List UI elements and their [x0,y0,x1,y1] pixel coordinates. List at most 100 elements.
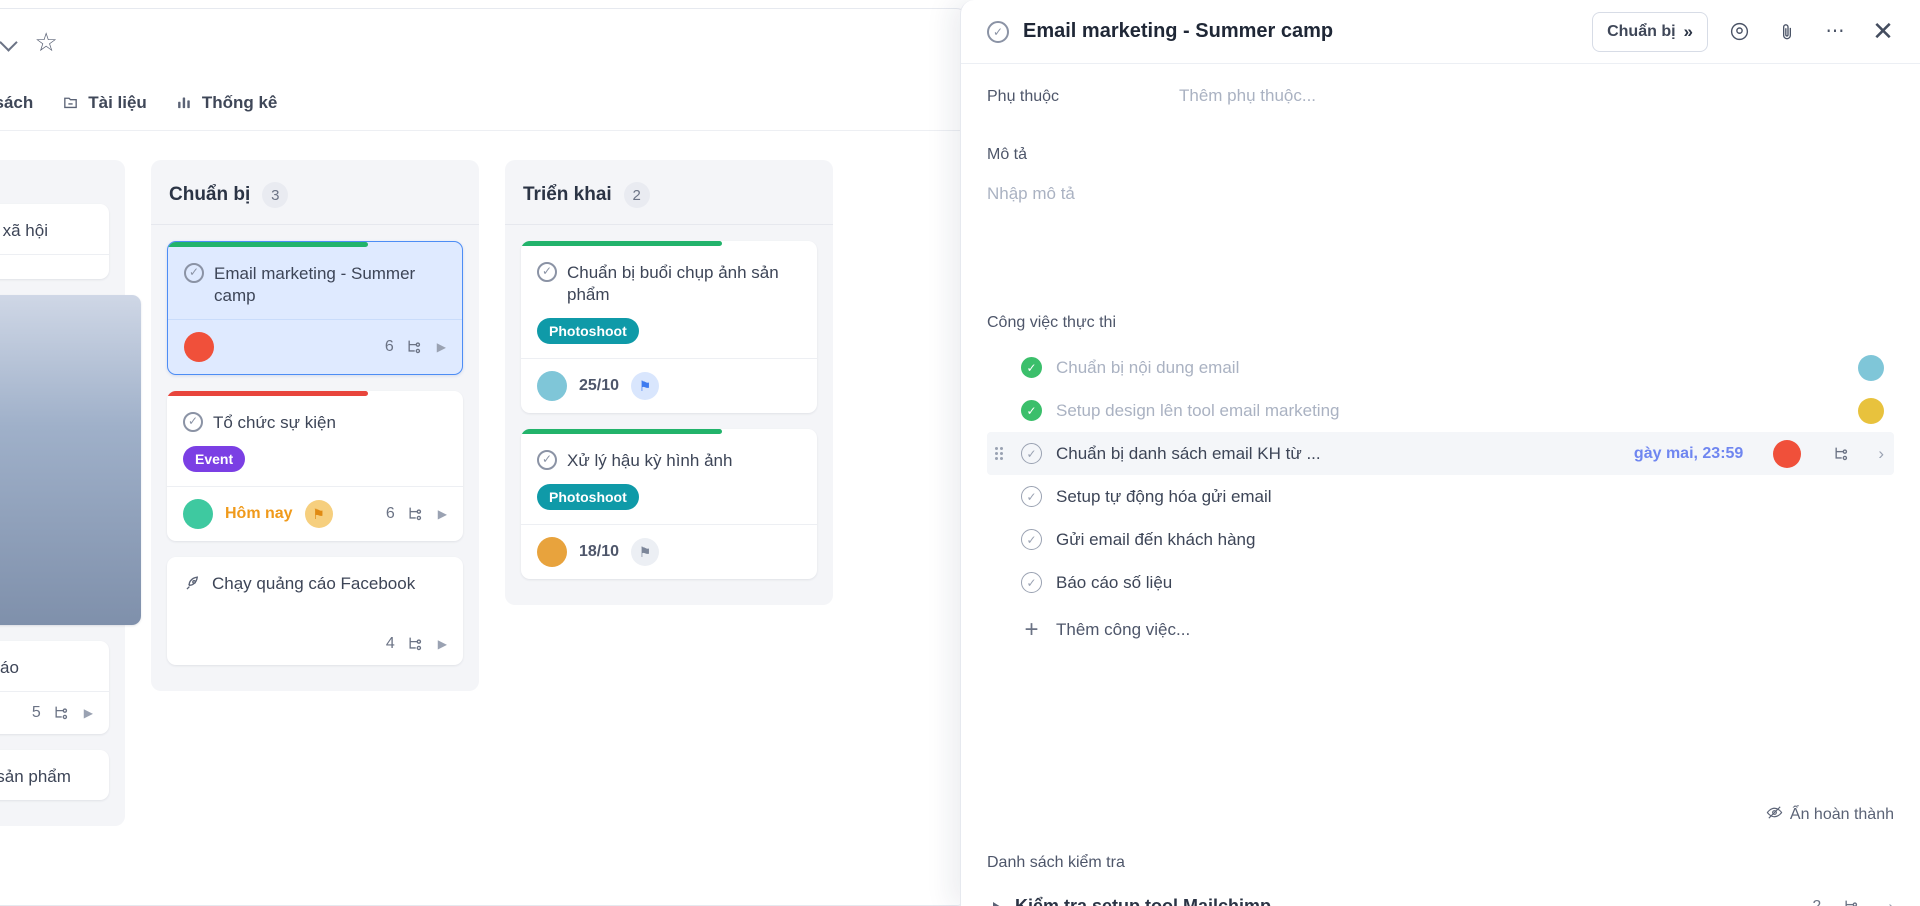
circle-check-icon[interactable]: ✓ [183,412,203,433]
card-date: Hôm nay [225,505,293,523]
subtasks-section: Công việc thực thi ✓ Chuẩn bị nội dung e… [987,314,1894,652]
page-title: Email marketing - Summer camp [1023,20,1334,42]
avatar[interactable] [1858,397,1884,424]
check-icon[interactable]: ✓ [1021,572,1042,593]
kanban-card-chup-anh[interactable]: ✓ Chuẩn bị buổi chụp ảnh sản phẩm Photos… [521,241,817,414]
avatar[interactable] [1773,439,1802,468]
expand-card-icon[interactable]: ▶ [438,637,447,651]
tab-label: nh sách [0,92,34,112]
flag-icon[interactable]: ⚑ [631,372,660,401]
more-options-icon[interactable]: ⋯ [1818,15,1852,49]
circle-check-icon[interactable]: ✓ [537,450,557,471]
circle-check-icon[interactable]: ✓ [537,262,557,282]
subtask-row[interactable]: ✓ Báo cáo số liệu [987,561,1894,604]
subtask-due-date[interactable]: gày mai, 23:59 [1634,445,1743,463]
chevron-double-right-icon: » [1683,21,1693,41]
avatar[interactable] [1858,354,1884,381]
card-title: Chạy quảng cáo Facebook [212,574,416,594]
card-title-row: ✓ Xử lý hậu kỳ hình ảnh [521,434,817,484]
chevron-down-icon[interactable] [0,31,20,53]
star-icon[interactable]: ☆ [34,29,57,55]
add-subtask-button[interactable]: + Thêm công việc... [987,608,1894,652]
subtask-name: Setup tự động hóa gửi email [1056,486,1272,506]
subtask-icon[interactable] [1833,446,1852,462]
kanban-card[interactable]: uảng cáo 5 ▶ [0,641,109,735]
tab-label: Thống kê [201,92,278,112]
kanban-card-to-chuc-su-kien[interactable]: ✓ Tổ chức sự kiện Event Hôm nay ⚑ 6 ▶ [167,391,463,542]
checklist-item[interactable]: Kiểm tra setup tool Mailchimp 2 › [987,896,1894,906]
expand-triangle-icon[interactable] [993,901,1001,906]
kanban-card[interactable]: o ảnh sản phẩm [0,750,109,801]
subtask-row[interactable]: ✓ Gửi email đến khách hàng [987,518,1894,561]
tab-thong-ke[interactable]: Thống kê [175,92,278,113]
add-dependency-button[interactable]: Thêm phụ thuộc... [1179,86,1316,106]
expand-card-icon[interactable]: ▶ [438,507,447,521]
target-icon[interactable] [1722,15,1756,49]
column-cards: ✓ Chuẩn bị buổi chụp ảnh sản phẩm Photos… [505,225,833,595]
card-tags: Photoshoot [521,318,817,358]
flag-icon[interactable]: ⚑ [631,538,660,567]
subtask-list: ✓ Chuẩn bị nội dung email ✓ Setup design… [987,346,1894,652]
subtask-count: 6 [385,505,395,523]
chevron-right-icon[interactable]: › [1878,444,1884,464]
close-icon[interactable]: ✕ [1866,15,1900,49]
hide-completed-button[interactable]: Ẩn hoàn thành [1766,804,1894,826]
check-icon[interactable]: ✓ [1021,357,1042,378]
document-icon [61,93,80,112]
description-section: Mô tả Nhập mô tả [987,146,1894,204]
column-count: 3 [262,182,289,208]
card-cover-image [0,295,141,626]
avatar [183,499,213,530]
check-icon[interactable]: ✓ [1021,529,1042,550]
card-title-row: ✓ ng xã hội [0,204,109,254]
check-icon[interactable]: ✓ [1021,443,1042,464]
card-title: Email marketing - Summer camp [214,264,416,306]
checklist-label: Danh sách kiểm tra [987,854,1125,871]
subtask-row[interactable]: ✓ Setup tự động hóa gửi email [987,475,1894,518]
checklist-count: 2 [1812,897,1822,906]
tab-danh-sach[interactable]: nh sách [0,93,33,113]
expand-card-icon[interactable]: ▶ [84,706,93,720]
attachment-icon[interactable] [1770,15,1804,49]
tag-event: Event [183,446,246,473]
board-columns: ✓ ng xã hội uảng cáo 5 [0,132,969,905]
subtask-row-active[interactable]: ✓ Chuẩn bị danh sách email KH từ ... gày… [987,432,1894,475]
tab-tai-lieu[interactable]: Tài liệu [61,93,147,113]
dependency-field: Phụ thuộc Thêm phụ thuộc... [987,86,1894,106]
kanban-card-email-marketing[interactable]: ✓ Email marketing - Summer camp 6 ▶ [167,241,463,376]
card-title-row: ✓ Chuẩn bị buổi chụp ảnh sản phẩm [521,246,817,318]
subtask-row[interactable]: ✓ Setup design lên tool email marketing [987,389,1894,432]
status-badge[interactable]: Chuẩn bị » [1592,11,1708,52]
kanban-card-hau-ky[interactable]: ✓ Xử lý hậu kỳ hình ảnh Photoshoot 18/10… [521,429,817,580]
subtask-count: 5 [31,704,41,722]
kanban-column-chuan-bi: Chuẩn bị 3 ✓ Email marketing - Summer ca… [151,160,479,692]
card-footer: 18/10 ⚑ [521,524,817,579]
drag-handle-icon[interactable] [995,446,1005,461]
avatar [184,332,214,363]
card-title: Tổ chức sự kiện [213,413,336,433]
chevron-right-icon[interactable]: › [1888,897,1894,906]
circle-check-icon[interactable]: ✓ [987,20,1009,43]
column-name: Chuẩn bị [169,184,251,205]
kanban-card[interactable]: ✓ ng xã hội [0,204,109,280]
check-icon[interactable]: ✓ [1021,486,1042,507]
kanban-card-chay-quang-cao[interactable]: Chạy quảng cáo Facebook 4 ▶ [167,557,463,666]
board-topbar: n ☆ [0,9,969,75]
card-footer: 4 ▶ [167,607,463,665]
hide-completed-label: Ẩn hoàn thành [1789,806,1894,823]
expand-card-icon[interactable]: ▶ [437,340,446,354]
circle-check-icon[interactable]: ✓ [184,263,204,283]
subtask-count: 4 [385,635,395,653]
panel-body: Phụ thuộc Thêm phụ thuộc... Mô tả Nhập m… [961,86,1920,906]
description-input[interactable]: Nhập mô tả [987,184,1894,204]
subtask-row[interactable]: ✓ Chuẩn bị nội dung email [987,346,1894,389]
rocket-icon [183,574,202,593]
check-icon[interactable]: ✓ [1021,400,1042,421]
flag-icon[interactable]: ⚑ [304,500,333,529]
subtask-name: Chuẩn bị danh sách email KH từ ... [1056,443,1321,463]
subtask-name: Setup design lên tool email marketing [1056,400,1340,420]
subtask-icon[interactable] [1843,899,1862,906]
card-footer: 5 ▶ [0,691,109,734]
tab-label: Tài liệu [88,92,147,112]
card-tags: Photoshoot [521,484,817,524]
